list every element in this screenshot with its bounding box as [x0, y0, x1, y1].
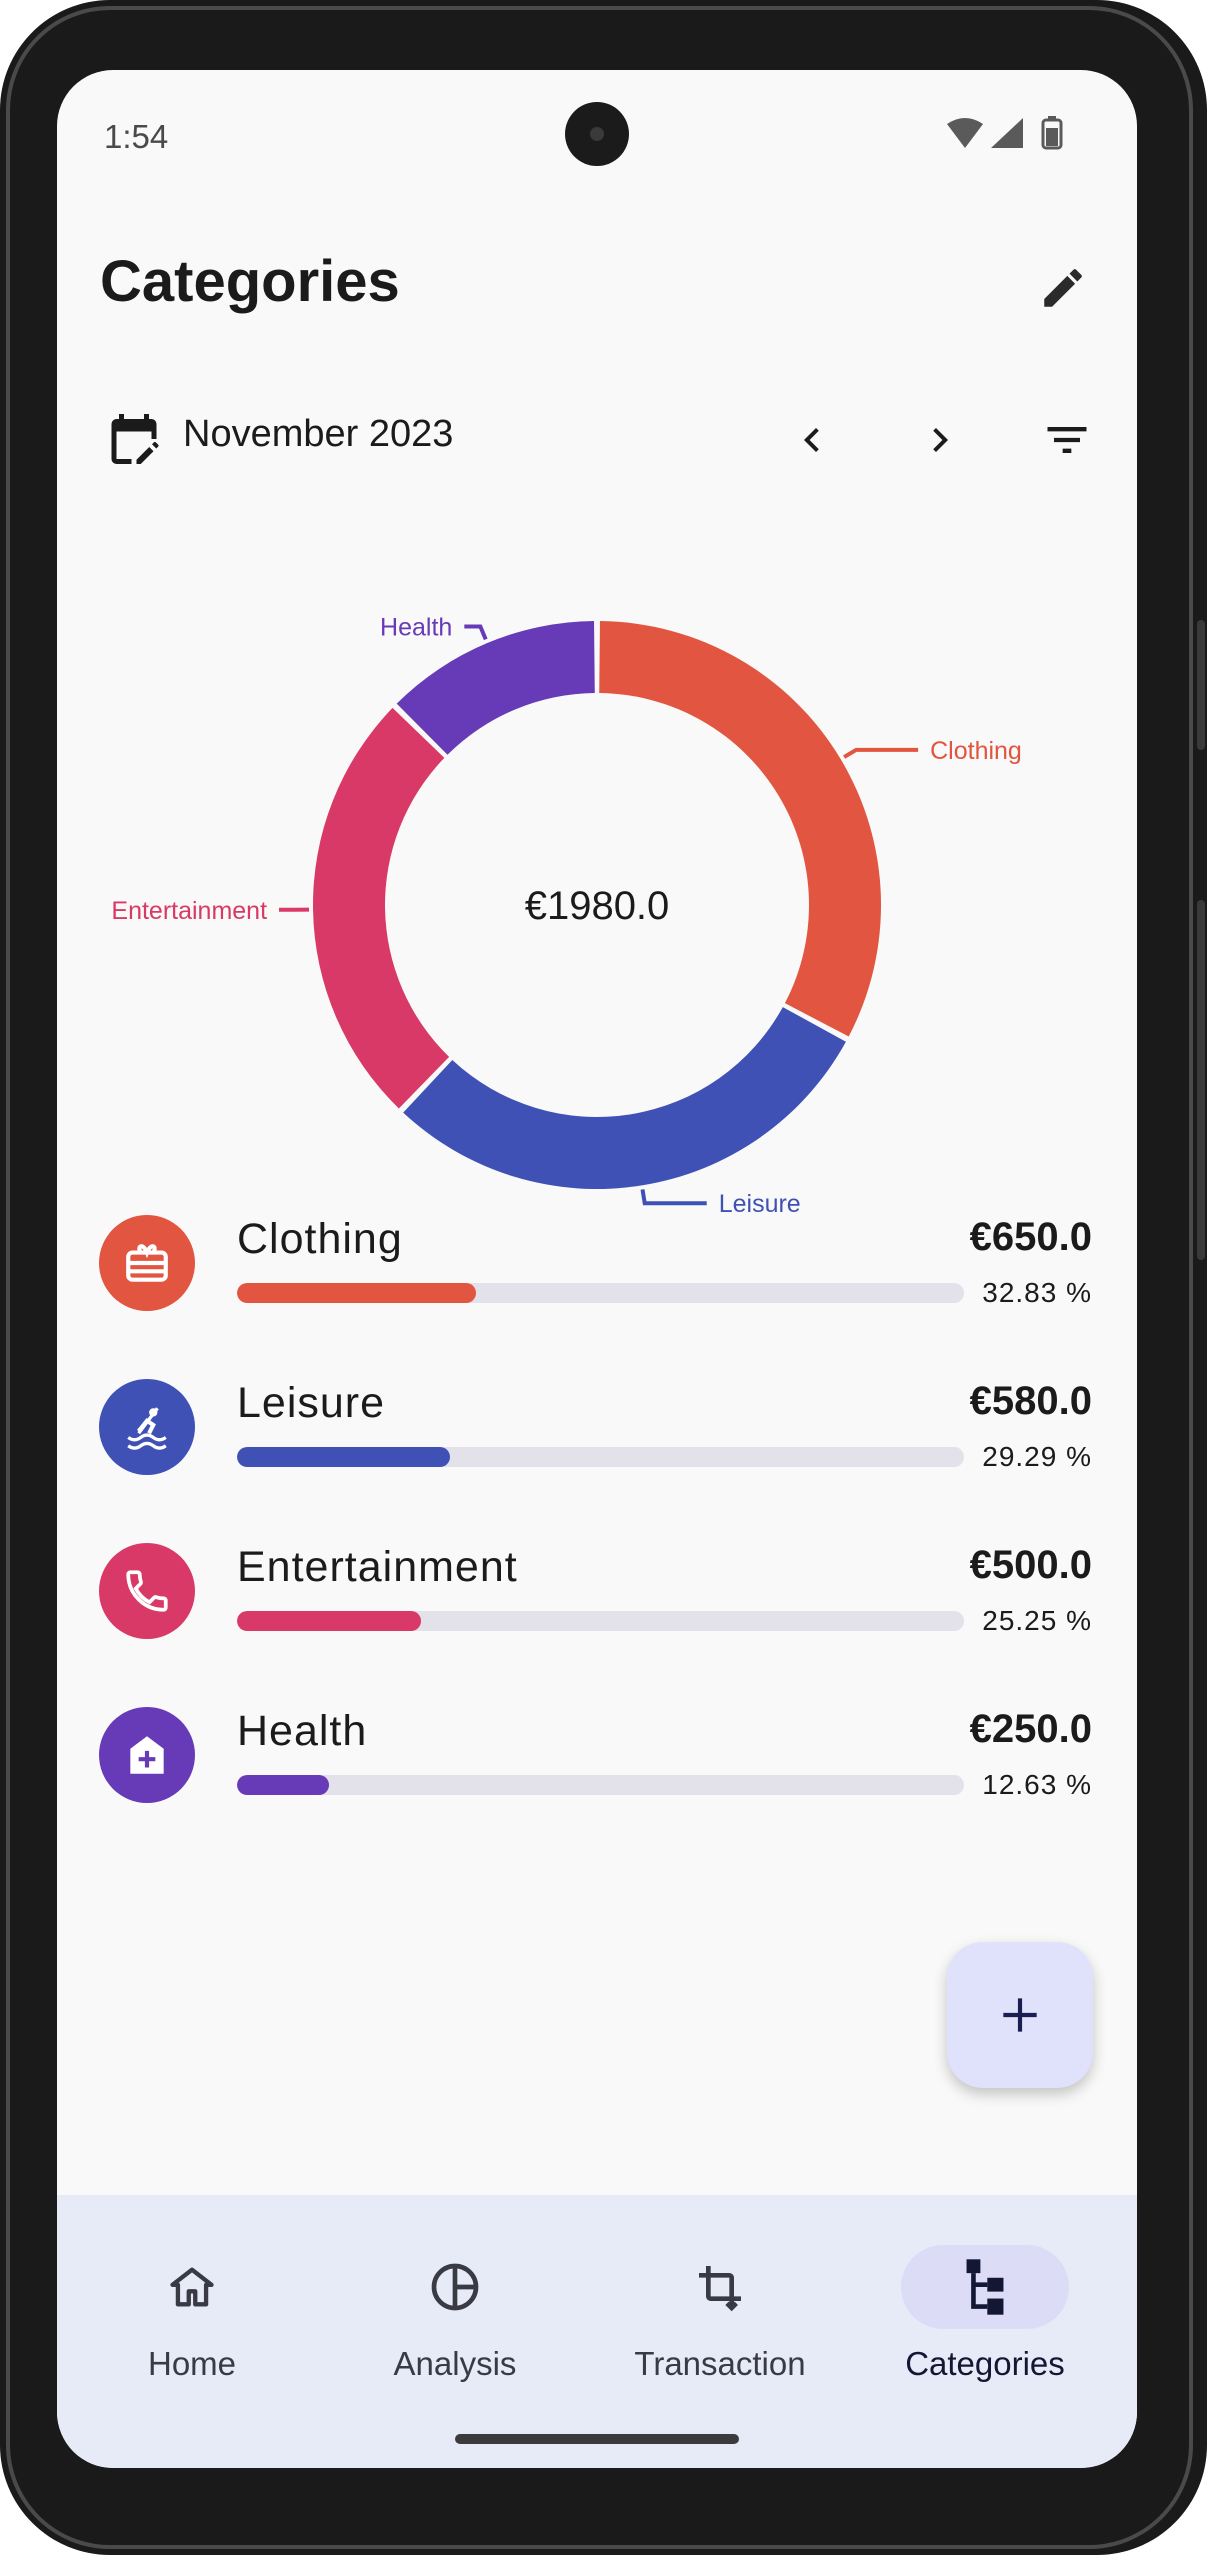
chart-slice-leisure[interactable]	[403, 1007, 846, 1189]
category-progress-track	[237, 1447, 964, 1467]
chart-leader-clothing	[843, 747, 919, 759]
chart-label-entertainment: Entertainment	[111, 897, 267, 925]
front-camera	[565, 102, 629, 166]
phone-icon	[126, 1570, 168, 1612]
category-progress-track	[237, 1611, 964, 1631]
nav-pill-transaction	[636, 2245, 804, 2329]
category-row-entertainment[interactable]: Entertainment €500.0 25.25 %	[57, 1543, 1137, 1653]
category-icon-badge	[99, 1215, 195, 1311]
gesture-bar	[455, 2434, 739, 2444]
plus-icon	[1003, 1998, 1037, 2032]
edit-button[interactable]	[1027, 252, 1099, 324]
pie-chart-icon	[431, 2263, 479, 2311]
chart-total-label: €1980.0	[525, 884, 670, 928]
chart-label-leisure: Leisure	[719, 1190, 801, 1218]
category-amount: €580.0	[969, 1379, 1092, 1423]
chart-slice-clothing[interactable]	[599, 621, 881, 1037]
status-time: 1:54	[104, 118, 169, 155]
medical-house-icon	[130, 1736, 164, 1774]
phone-frame: 1:54 Categories November 2023 Clothing L…	[0, 0, 1207, 2555]
nav-label-analysis: Analysis	[393, 2345, 517, 2382]
chart-label-clothing: Clothing	[930, 737, 1022, 765]
chart-label-health: Health	[380, 613, 452, 641]
category-icon-badge	[99, 1707, 195, 1803]
status-bar: 1:54	[57, 70, 1137, 180]
nav-item-categories[interactable]: Categories	[850, 2195, 1120, 2395]
category-progress-fill	[237, 1283, 476, 1303]
category-percent: 12.63 %	[982, 1769, 1092, 1800]
page-title: Categories	[100, 249, 400, 314]
category-progress-fill	[237, 1611, 421, 1631]
volume-button	[1197, 900, 1205, 1260]
calendar-edit-icon	[111, 414, 159, 464]
wifi-icon	[947, 118, 983, 148]
app-screen: 1:54 Categories November 2023 Clothing L…	[57, 70, 1137, 2468]
nav-label-transaction: Transaction	[634, 2345, 806, 2382]
nav-label-home: Home	[147, 2345, 237, 2382]
category-name: Clothing	[237, 1215, 403, 1263]
nav-pill-analysis	[371, 2245, 539, 2329]
chevron-right-icon	[933, 428, 948, 452]
category-name: Leisure	[237, 1379, 386, 1427]
month-label: November 2023	[183, 413, 454, 455]
nav-pill-home	[108, 2245, 276, 2329]
filter-icon	[1047, 427, 1087, 453]
category-progress-track	[237, 1775, 964, 1795]
chevron-left-icon	[804, 428, 819, 452]
category-amount: €500.0	[969, 1543, 1092, 1587]
category-row-clothing[interactable]: Clothing €650.0 32.83 %	[57, 1215, 1137, 1325]
date-picker-button[interactable]	[99, 404, 169, 474]
category-percent: 29.29 %	[982, 1441, 1092, 1472]
category-percent: 32.83 %	[982, 1277, 1092, 1308]
add-category-button[interactable]	[947, 1942, 1093, 2088]
chart-leader-health	[464, 624, 488, 641]
category-donut-chart: Clothing Leisure Entertainment Health €1980.…	[111, 613, 1022, 1218]
category-icon-badge	[99, 1379, 195, 1475]
nav-item-home[interactable]: Home	[57, 2195, 327, 2395]
category-tree-icon	[966, 2259, 1004, 2315]
nav-pill-categories	[901, 2245, 1069, 2329]
category-percent: 25.25 %	[982, 1605, 1092, 1636]
pencil-icon	[1044, 269, 1082, 307]
status-icons	[945, 116, 1085, 161]
nav-item-analysis[interactable]: Analysis	[320, 2195, 590, 2395]
filter-button[interactable]	[1032, 405, 1102, 475]
crop-rotate-icon	[699, 2266, 741, 2312]
nav-item-transaction[interactable]: Transaction	[585, 2195, 855, 2395]
home-icon	[170, 2267, 214, 2307]
category-name: Health	[237, 1707, 368, 1755]
signal-icon	[991, 118, 1023, 148]
category-name: Entertainment	[237, 1543, 518, 1591]
chart-leader-leisure	[640, 1189, 707, 1206]
battery-icon	[1041, 116, 1063, 150]
bottom-navigation: Home Analysis Transaction Categories	[57, 2195, 1137, 2468]
nav-label-categories: Categories	[905, 2345, 1065, 2382]
power-button	[1197, 620, 1205, 750]
previous-month-button[interactable]	[777, 405, 847, 475]
category-row-leisure[interactable]: Leisure €580.0 29.29 %	[57, 1379, 1137, 1489]
category-amount: €250.0	[969, 1707, 1092, 1751]
category-row-health[interactable]: Health €250.0 12.63 %	[57, 1707, 1137, 1817]
kayaking-icon	[127, 1407, 167, 1450]
category-amount: €650.0	[969, 1215, 1092, 1259]
chart-slice-entertainment[interactable]	[313, 707, 450, 1109]
gift-card-icon	[126, 1244, 168, 1282]
category-icon-badge	[99, 1543, 195, 1639]
category-progress-fill	[237, 1447, 450, 1467]
category-progress-track	[237, 1283, 964, 1303]
category-progress-fill	[237, 1775, 329, 1795]
next-month-button[interactable]	[905, 405, 975, 475]
